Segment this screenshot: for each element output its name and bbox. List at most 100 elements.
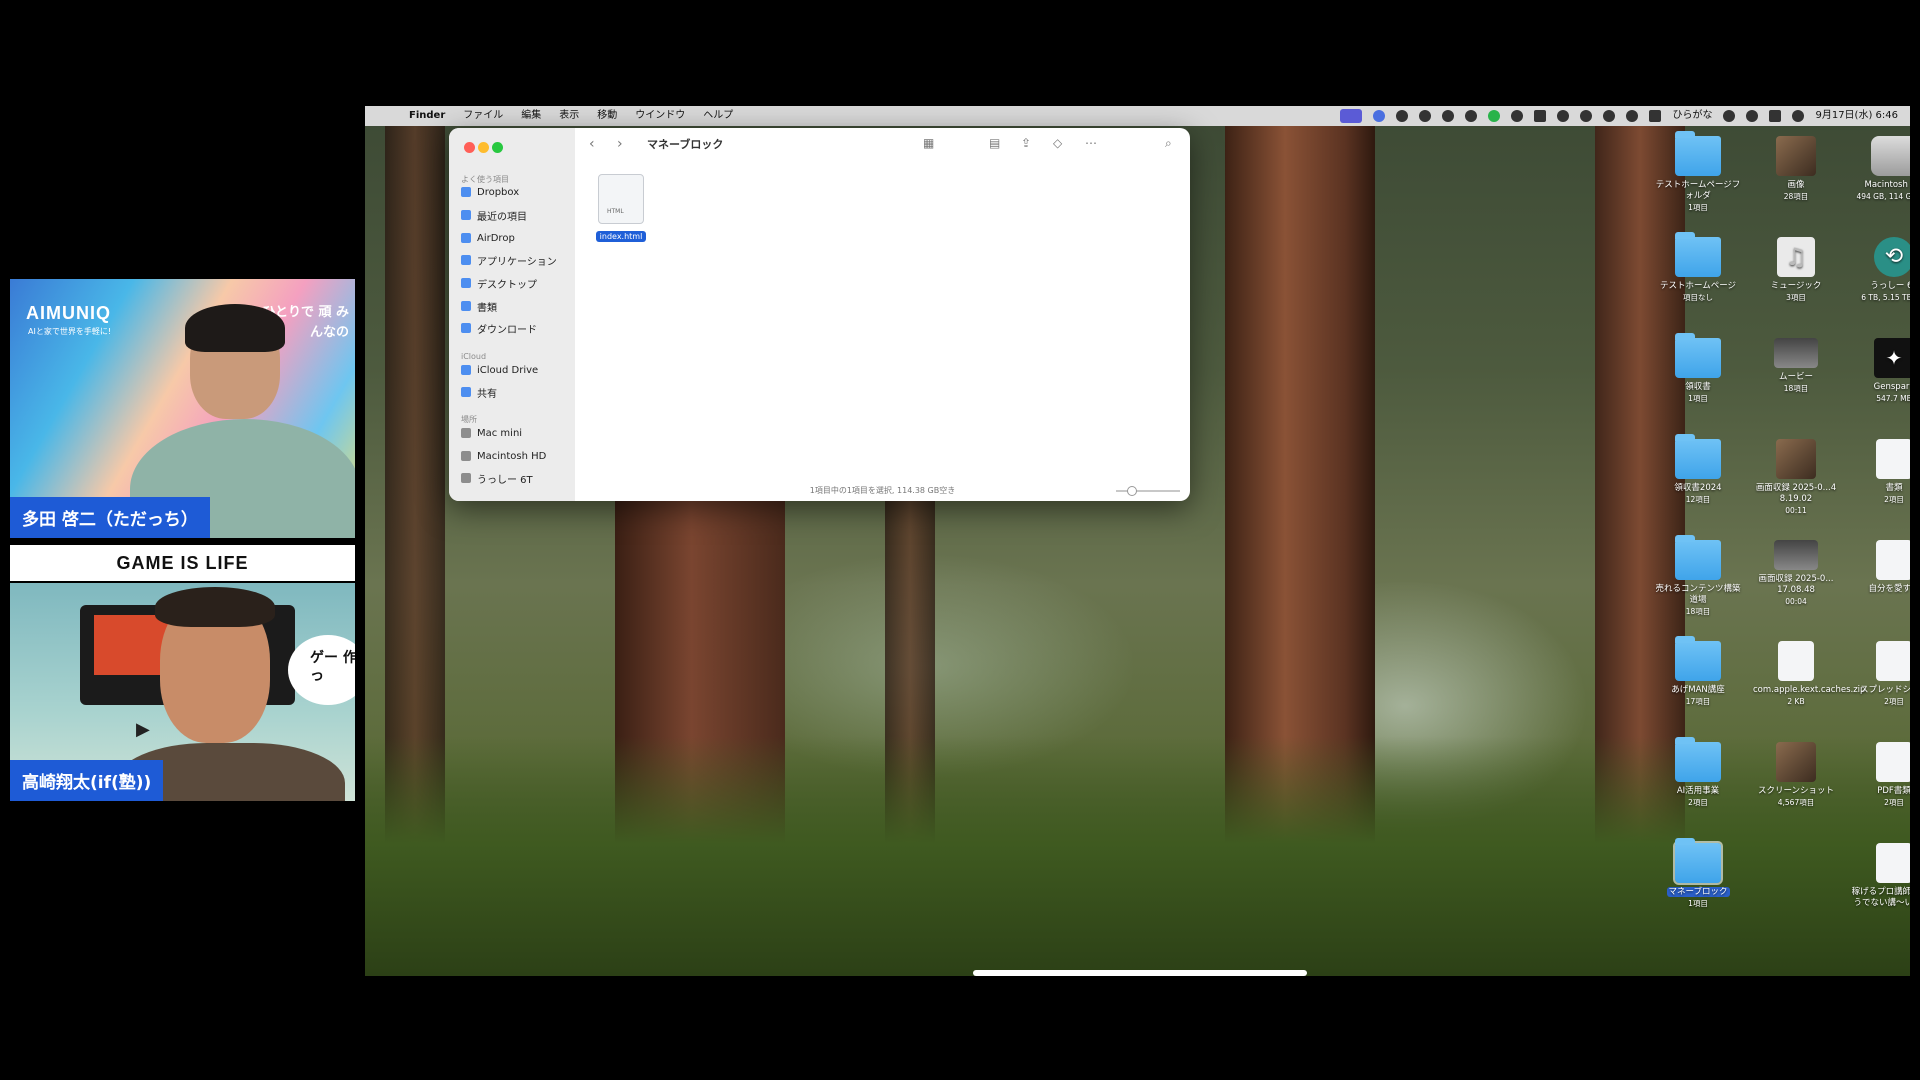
maximize-button[interactable]	[492, 142, 503, 153]
app-status-icon[interactable]	[1465, 110, 1478, 122]
desktop-icon-item[interactable]: 画像 28項目	[1753, 136, 1839, 202]
menu-window[interactable]: ウインドウ	[635, 106, 685, 126]
menu-finder[interactable]: Finder	[409, 106, 445, 126]
spotlight-icon[interactable]	[1746, 110, 1759, 122]
menu-edit[interactable]: 編集	[521, 106, 541, 126]
desktop-icon-item[interactable]: 売れるコンテンツ構築道場 18項目	[1655, 535, 1741, 617]
sidebar-item-downloads[interactable]: ダウンロード	[461, 320, 537, 336]
desktop-icon-label: うっしー 6T	[1870, 281, 1910, 291]
line-icon[interactable]	[1488, 110, 1501, 122]
desktop-icon-item[interactable]: ⟲ うっしー 6T 6 TB, 5.15 TB空き	[1851, 237, 1910, 303]
desktop-icon-item[interactable]: 画面収録 2025-0... 17.08.48 00:04	[1753, 540, 1839, 607]
menu-go[interactable]: 移動	[597, 106, 617, 126]
doc-icon	[1876, 742, 1910, 782]
sidebar-item-ushi-6t[interactable]: うっしー 6T	[461, 470, 533, 486]
forward-icon[interactable]: ›	[617, 136, 623, 152]
desktop-icon-item[interactable]: com.apple.kext.caches.zip 2 KB	[1753, 641, 1865, 707]
siri-icon[interactable]	[1792, 110, 1805, 122]
desktop-icon-item[interactable]: ♫ ミュージック 3項目	[1753, 237, 1839, 303]
desktop-icons: テストホームページフォルダ 1項目 画像 28項目 Macintosh HD 494 GB…	[1655, 131, 1910, 946]
desktop-icon-item[interactable]: 書類 2項目	[1851, 439, 1910, 505]
menu-file[interactable]: ファイル	[463, 106, 503, 126]
desktop-icon-item[interactable]: AI活用事業 2項目	[1655, 737, 1741, 808]
menu-view[interactable]: 表示	[559, 106, 579, 126]
desktop-icon-item[interactable]: 自分を愛する	[1851, 540, 1910, 595]
screen-share-icon[interactable]	[1340, 109, 1363, 123]
input-source-icon[interactable]	[1649, 110, 1662, 122]
input-source-label[interactable]: ひらがな	[1672, 106, 1712, 126]
wifi-icon[interactable]	[1626, 110, 1639, 122]
app-status-icon[interactable]	[1396, 110, 1409, 122]
sidebar-item-desktop[interactable]: デスクトップ	[461, 275, 537, 291]
more-icon[interactable]	[1557, 110, 1570, 122]
finder-window[interactable]: よく使う項目 Dropbox 最近の項目 AirDrop アプリケーション デス…	[449, 128, 1190, 501]
folder-icon	[1675, 131, 1721, 176]
close-button[interactable]	[464, 142, 475, 153]
desktop-icon-item[interactable]: ムービー 18項目	[1753, 338, 1839, 394]
airdrop-icon	[461, 233, 471, 243]
desktop-icon-item[interactable]: テストホームページフォルダ 1項目	[1655, 131, 1741, 213]
desktop-icon-label: 画面収録 2025-0... 17.08.48	[1758, 574, 1834, 595]
desktop-icon-item[interactable]: Macintosh HD 494 GB, 114 GB空き	[1851, 136, 1910, 202]
control-center-icon[interactable]	[1769, 110, 1782, 122]
record-icon[interactable]	[1603, 110, 1616, 122]
menu-help[interactable]: ヘルプ	[703, 106, 733, 126]
desktop-icon-item[interactable]: スクリーンショット 4,567項目	[1753, 742, 1839, 808]
desktop-icon-label: 画像	[1787, 180, 1805, 190]
app-status-icon[interactable]	[1534, 110, 1547, 122]
sidebar-item-macintosh-hd[interactable]: Macintosh HD	[461, 448, 546, 464]
desktop-icon-label: ミュージック	[1770, 281, 1822, 291]
finder-sidebar: よく使う項目 Dropbox 最近の項目 AirDrop アプリケーション デス…	[449, 128, 575, 501]
desktop-icon-meta: 6 TB, 5.15 TB空き	[1861, 293, 1910, 302]
search-icon[interactable]: ⌕	[1165, 136, 1172, 151]
sidebar-item-documents[interactable]: 書類	[461, 298, 497, 314]
more-actions-icon[interactable]: ⋯	[1085, 136, 1097, 150]
sidebar-item-shared[interactable]: 共有	[461, 384, 497, 400]
minimize-button[interactable]	[478, 142, 489, 153]
photo-icon	[1776, 742, 1816, 782]
desktop-icon-item[interactable]: 画面収録 2025-0...4 8.19.02 00:11	[1753, 439, 1839, 516]
headphones-icon[interactable]	[1580, 110, 1593, 122]
desktop-icon-meta: 17項目	[1685, 697, 1711, 706]
back-icon[interactable]: ‹	[589, 136, 595, 152]
dropbox-icon	[461, 187, 471, 197]
desktop-icon-item[interactable]: テストホームページ 項目なし	[1655, 232, 1741, 303]
sidebar-item-mac-mini[interactable]: Mac mini	[461, 425, 522, 441]
sidebar-item-label: ダウンロード	[477, 324, 537, 336]
file-type-tag: HTML	[607, 208, 624, 215]
icon-size-slider[interactable]	[1116, 486, 1180, 496]
desktop-icon-label: テストホームページフォルダ	[1655, 180, 1741, 201]
desktop-icon-item[interactable]: 稼げるプロ講師と、そうでない講〜いとは?	[1851, 843, 1910, 909]
zoom-icon[interactable]	[1373, 110, 1386, 122]
file-name[interactable]: index.html	[595, 231, 647, 242]
desktop-icon-item[interactable]: 領収書 1項目	[1655, 333, 1741, 404]
computer-icon	[461, 428, 471, 438]
desktop-icon-meta: 494 GB, 114 GB空き	[1856, 192, 1910, 201]
tag-icon[interactable]: ◇	[1053, 136, 1062, 150]
group-icon[interactable]: ▤	[989, 136, 1000, 150]
desktop-icon-item[interactable]: あげMAN講座 17項目	[1655, 636, 1741, 707]
desktop-icon-label: Genspark	[1873, 382, 1910, 392]
sidebar-item-airdrop[interactable]: AirDrop	[461, 230, 515, 246]
time-machine-icon[interactable]	[1723, 110, 1736, 122]
desktop-icon-label: AI活用事業	[1676, 786, 1720, 796]
app-status-icon[interactable]	[1511, 110, 1524, 122]
desktop-icon-item[interactable]: スプレッドシート 2項目	[1851, 641, 1910, 707]
share-icon[interactable]: ⇪	[1021, 136, 1031, 150]
desktop-icon-item[interactable]: PDF書類 2項目	[1851, 742, 1910, 808]
sidebar-item-recents[interactable]: 最近の項目	[461, 207, 527, 223]
dropbox-icon[interactable]	[1419, 110, 1432, 122]
sidebar-item-icloud-drive[interactable]: iCloud Drive	[461, 362, 538, 378]
desktop-icon-item[interactable]: 領収書2024 12項目	[1655, 434, 1741, 505]
view-grid-icon[interactable]: ▦	[923, 136, 934, 150]
desktop-icon-item[interactable]: ✦ Genspark 547.7 MB	[1851, 338, 1910, 404]
video-icon	[1774, 540, 1818, 570]
slider-knob[interactable]	[1127, 486, 1137, 496]
app-status-icon[interactable]	[1442, 110, 1455, 122]
sidebar-item-dropbox[interactable]: Dropbox	[461, 184, 519, 200]
file-item[interactable]: HTML index.html	[593, 174, 649, 243]
share-scroll-indicator	[973, 970, 1307, 976]
sidebar-item-applications[interactable]: アプリケーション	[461, 252, 557, 268]
desktop-icon-item[interactable]: マネーブロック 1項目	[1655, 838, 1741, 909]
menu-clock[interactable]: 9月17日(水) 6:46	[1815, 106, 1898, 126]
